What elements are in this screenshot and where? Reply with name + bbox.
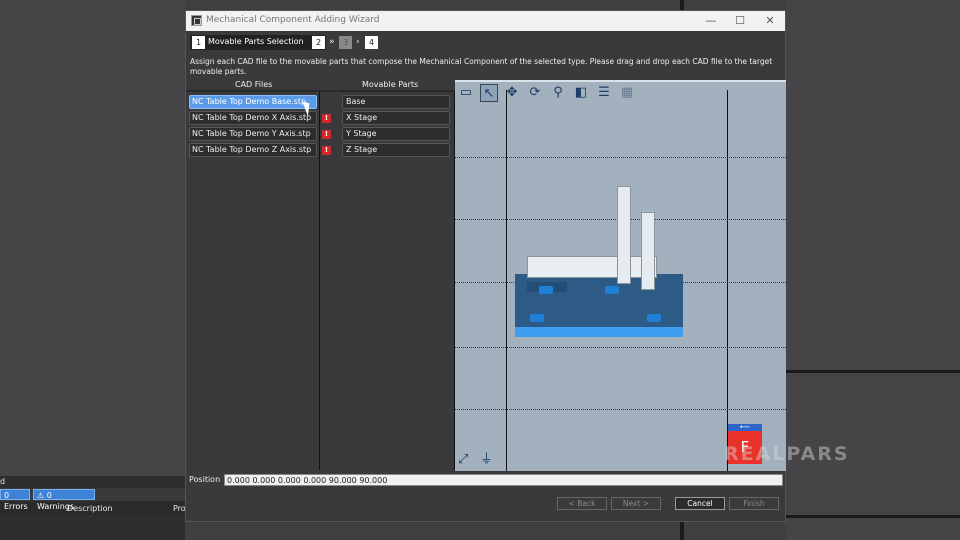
cad-files-header: CAD Files [235, 80, 273, 89]
background-divider [680, 520, 684, 540]
y-stage-model [527, 256, 657, 278]
window-title: Mechanical Component Adding Wizard [206, 15, 380, 25]
background-left-pane [0, 0, 185, 540]
step-3[interactable]: 3 [339, 35, 353, 50]
program-column-header[interactable]: Pro [173, 504, 186, 513]
warning-icon: ! [322, 114, 331, 123]
movable-part-item[interactable]: Y Stage [342, 127, 450, 141]
3d-viewport[interactable]: ▭ ↖ ✥ ⟳ ⚲ ◧ ☰ ▦ ⤢ ⏚ ⟵ F [455, 80, 786, 471]
chevron-right-icon: › [331, 37, 335, 47]
model-foot [605, 286, 619, 294]
axis-triad-icon[interactable]: ⤢ [458, 452, 468, 467]
model-foot [530, 314, 544, 322]
step-2[interactable]: 2 [312, 35, 326, 50]
model-foot [647, 314, 661, 322]
step-1-label: Movable Parts Selection [208, 37, 304, 46]
cad-file-item[interactable]: NC Table Top Demo Base.stp [189, 95, 317, 109]
warnings-filter-badge[interactable]: ⚠ 0 Warnings [33, 489, 95, 511]
grid-line [506, 90, 507, 471]
base-plate-model [515, 327, 683, 337]
minimize-button[interactable]: — [699, 13, 723, 29]
movable-part-item[interactable]: Base [342, 95, 450, 109]
step-2-number: 2 [312, 36, 325, 49]
grid-line [455, 157, 786, 158]
background-divider [786, 515, 960, 518]
app-icon [191, 15, 202, 26]
cad-file-item[interactable]: NC Table Top Demo X Axis.stp [189, 111, 317, 125]
window-view-icon[interactable]: ▭ [457, 84, 475, 102]
z-stage-model [617, 186, 631, 284]
step-1-number: 1 [192, 36, 205, 49]
close-button[interactable]: ✕ [758, 13, 782, 29]
warning-icon: ! [322, 130, 331, 139]
next-button[interactable]: Next > [611, 497, 661, 510]
rotate-icon[interactable]: ⟳ [526, 84, 544, 102]
movable-part-item[interactable]: Z Stage [342, 143, 450, 157]
grid-line [455, 409, 786, 410]
background-divider [680, 0, 684, 10]
cad-files-list: NC Table Top Demo Base.stp NC Table Top … [186, 90, 320, 470]
instruction-text: Assign each CAD file to the movable part… [190, 57, 773, 76]
movable-parts-header: Movable Parts [362, 80, 419, 89]
wizard-window: Mechanical Component Adding Wizard — ☐ ✕… [185, 10, 786, 522]
description-column-header[interactable]: Description [67, 504, 113, 513]
grid-line [727, 90, 728, 471]
movable-part-item[interactable]: X Stage [342, 111, 450, 125]
pan-icon[interactable]: ✥ [503, 84, 521, 102]
cancel-button[interactable]: Cancel [675, 497, 725, 510]
ground-plane-icon[interactable]: ⏚ [480, 448, 493, 467]
layout-icon[interactable]: ▦ [618, 84, 636, 102]
maximize-button[interactable]: ☐ [728, 13, 752, 29]
step-4[interactable]: 4 [365, 35, 379, 50]
properties-icon[interactable]: ☰ [595, 84, 613, 102]
select-arrow-icon[interactable]: ↖ [480, 84, 498, 102]
cad-list-top-border [186, 90, 320, 92]
title-bar[interactable]: Mechanical Component Adding Wizard — ☐ ✕ [186, 11, 785, 31]
chevron-right-icon: › [356, 37, 360, 47]
warning-icon: ⚠ [37, 491, 45, 500]
finish-button[interactable]: Finish [729, 497, 779, 510]
position-label: Position [189, 475, 221, 484]
watermark-logo: REALPARS [724, 443, 850, 465]
step-3-number: 3 [339, 36, 352, 49]
movable-parts-list: Base X Stage Y Stage Z Stage [321, 90, 455, 470]
errors-filter-badge[interactable]: 0 Errors [0, 489, 30, 511]
model-foot [539, 286, 553, 294]
warning-icon: ! [322, 146, 331, 155]
back-button[interactable]: < Back [557, 497, 607, 510]
step-4-number: 4 [365, 36, 378, 49]
background-panel-tab: d [0, 477, 6, 486]
cad-file-item[interactable]: NC Table Top Demo Z Axis.stp [189, 143, 317, 157]
arrow-left-icon: ⟵ [728, 424, 762, 431]
step-1[interactable]: 1 Movable Parts Selection [190, 35, 326, 50]
view-cube-icon[interactable]: ◧ [572, 84, 590, 102]
zoom-icon[interactable]: ⚲ [549, 84, 567, 102]
z-stage-model [641, 212, 655, 290]
grid-line [455, 347, 786, 348]
movable-list-top-border [321, 90, 455, 92]
cad-file-item[interactable]: NC Table Top Demo Y Axis.stp [189, 127, 317, 141]
background-divider [786, 370, 960, 373]
position-input[interactable]: 0.000 0.000 0.000 0.000 90.000 90.000 [224, 474, 783, 486]
